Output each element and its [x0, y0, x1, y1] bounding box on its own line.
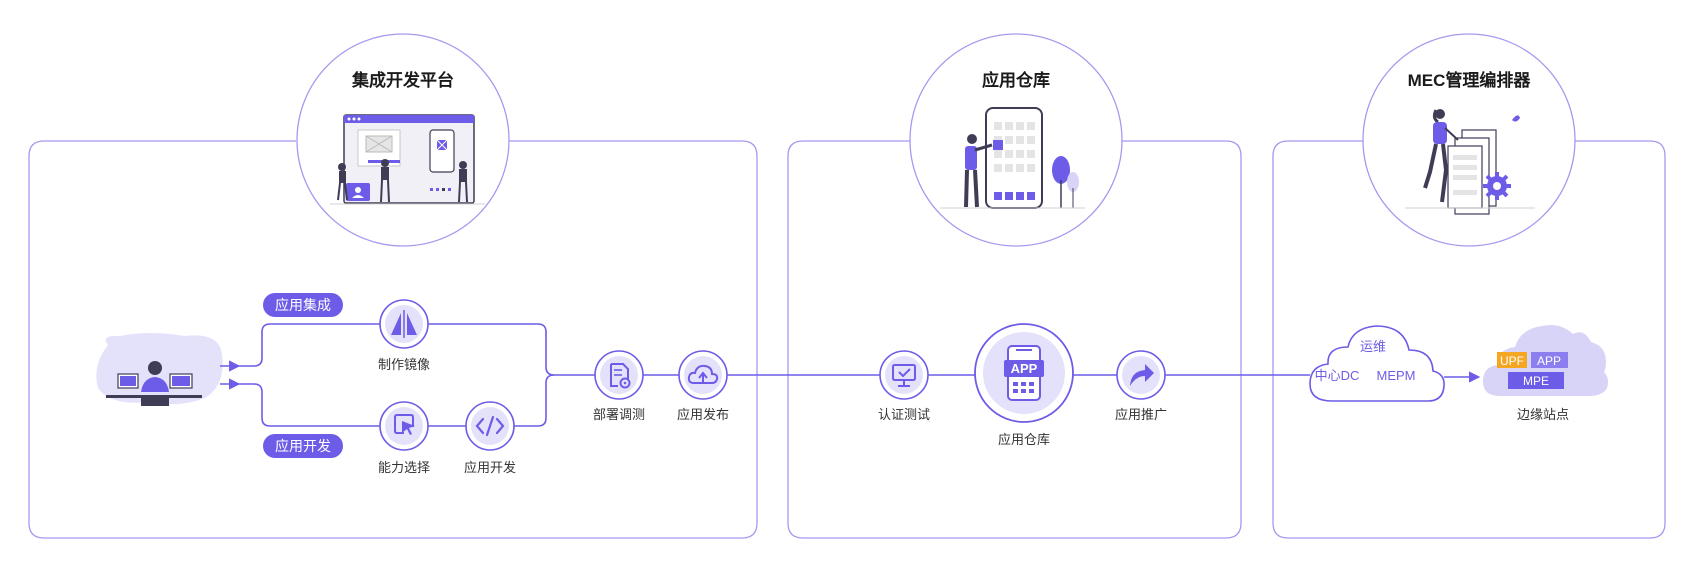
phone-app-label: APP	[1011, 361, 1038, 376]
cloud-dc-label: 中心DC	[1315, 368, 1360, 383]
edge-tag-app: APP	[1537, 354, 1561, 368]
phone-app-icon: APP	[1004, 345, 1044, 401]
developer-illustration	[96, 333, 223, 406]
node-app-develop-label: 应用开发	[464, 460, 516, 475]
node-make-image-label: 制作镜像	[378, 357, 430, 372]
edge-tag-mpe: MPE	[1523, 374, 1549, 388]
node-capability-select[interactable]: 能力选择	[378, 401, 430, 475]
node-deploy-debug-label: 部署调测	[593, 407, 645, 422]
dev-platform-illustration	[330, 114, 485, 205]
central-cloud: 运维 中心DC MEPM	[1309, 325, 1445, 402]
node-capability-select-label: 能力选择	[378, 460, 430, 475]
node-app-store-label: 应用仓库	[998, 432, 1050, 447]
badge-development: 应用开发	[263, 434, 343, 458]
node-app-store[interactable]: APP 应用仓库	[974, 323, 1074, 447]
dev-connectors	[220, 323, 880, 427]
node-app-publish[interactable]: 应用发布	[677, 350, 729, 422]
svg-text:应用集成: 应用集成	[275, 297, 331, 313]
node-make-image[interactable]: 制作镜像	[378, 299, 430, 372]
svg-text:应用开发: 应用开发	[275, 438, 331, 454]
badge-integration: 应用集成	[263, 293, 343, 317]
panel-mec-title: MEC管理编排器	[1408, 70, 1532, 90]
node-app-promote-label: 应用推广	[1115, 407, 1167, 422]
panel-dev-title: 集成开发平台	[351, 70, 454, 90]
architecture-diagram: 集成开发平台 应用仓库 MEC管理编排器 应用集成 应用开发 制作镜像 能力选择…	[28, 33, 1666, 539]
node-edge-site-label: 边缘站点	[1517, 407, 1569, 422]
node-app-promote[interactable]: 应用推广	[1115, 350, 1167, 422]
node-app-develop[interactable]: 应用开发	[464, 401, 516, 475]
node-cert-test[interactable]: 认证测试	[878, 350, 930, 422]
node-deploy-debug[interactable]: 部署调测	[593, 350, 645, 422]
cloud-mepm-label: MEPM	[1377, 368, 1416, 383]
panel-store-title: 应用仓库	[982, 70, 1050, 90]
cloud-ops-label: 运维	[1360, 339, 1386, 354]
node-app-publish-label: 应用发布	[677, 407, 729, 422]
edge-site[interactable]: UPF APP MPE 边缘站点	[1482, 325, 1609, 422]
edge-tag-upf: UPF	[1500, 354, 1524, 368]
node-cert-test-label: 认证测试	[878, 407, 930, 422]
